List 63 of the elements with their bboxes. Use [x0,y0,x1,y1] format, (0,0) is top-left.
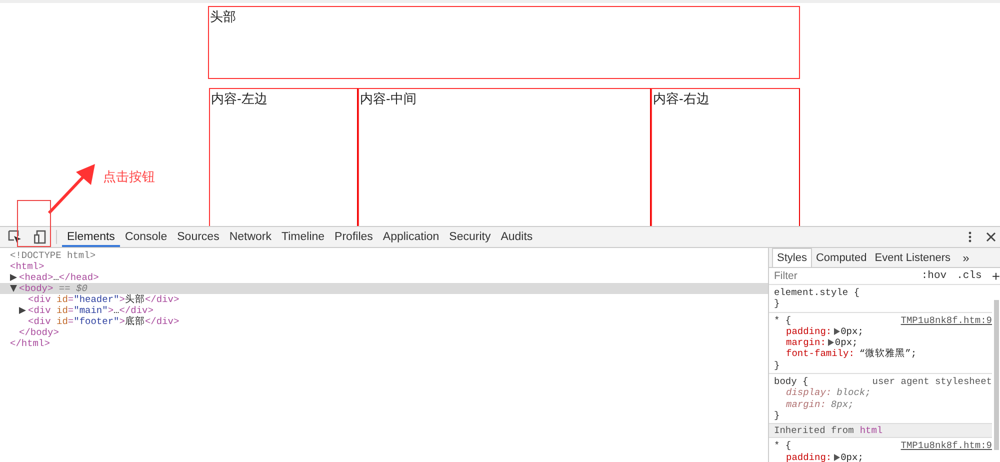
panel-tab[interactable]: Security [444,227,496,247]
inherited-label: Inherited from [774,425,854,436]
css-value: block; [836,387,871,399]
css-selector: element.style { [774,287,860,298]
panel-tab[interactable]: Audits [496,227,538,247]
annotation-arrow [48,164,95,214]
rule-source: user agent stylesheet [872,376,992,388]
styles-tab[interactable]: Event Listeners [870,249,955,267]
more-tabs-button[interactable]: » [962,249,970,267]
dom-node[interactable]: <head>…</head> [19,272,99,283]
css-value: 0px; [840,452,864,462]
scrollbar-thumb[interactable] [994,300,999,450]
filter-field[interactable]: Filter [772,269,922,283]
inherited-tag[interactable]: html [860,425,883,436]
rule-source[interactable]: TMP1u8nk8f.htm:9 [900,440,992,452]
css-property: padding: [786,326,832,338]
dom-node[interactable]: <!DOCTYPE html> [10,250,96,261]
styles-tab[interactable]: Computed [812,249,871,267]
css-value: 0px; [840,326,864,338]
css-selector: * { [774,314,792,326]
css-value: “微软雅黑”; [859,348,917,360]
rule-source[interactable]: TMP1u8nk8f.htm:9 [900,314,992,326]
css-property: margin: [786,398,826,410]
menu-icon[interactable] [968,231,972,243]
dom-node[interactable]: <html> [10,261,44,272]
panel-tab[interactable]: Network [224,227,277,247]
highlight-frame [17,200,51,247]
expand-toggle-icon[interactable] [834,454,840,461]
dom-node[interactable]: <div id="footer">底部</div> [28,316,180,327]
dom-node[interactable]: <body> == $0 [19,283,88,294]
styles-tab[interactable]: Styles [772,248,812,267]
device-icon[interactable] [34,230,46,244]
filter-toggle-button[interactable]: + [992,268,1000,284]
css-selector: body { [774,376,808,388]
expand-toggle-icon[interactable] [19,307,26,314]
dom-node[interactable]: <div id="header">头部</div> [28,294,180,305]
css-value: 0px; [834,337,858,348]
panel-tab[interactable]: Elements [62,227,120,247]
panel-tab[interactable]: Timeline [276,227,330,247]
dom-node[interactable]: </html> [10,338,50,349]
panel-tab[interactable]: Profiles [330,227,378,247]
rule-brace: } [774,410,781,422]
css-property: padding: [786,452,832,462]
dom-node[interactable]: <div id="main">…</div> [28,305,154,316]
filter-toggle-button[interactable]: .cls [956,270,982,282]
rule-brace: } [774,360,781,372]
close-icon[interactable] [986,232,996,242]
panel-tab[interactable]: Console [120,227,172,247]
css-property: display: [786,387,832,399]
panel-tab[interactable]: Sources [172,227,224,247]
filter-toggle-button[interactable]: :hov [921,270,947,282]
css-property: margin: [786,337,826,348]
dom-node[interactable]: </body> [19,327,59,338]
annotation-text: 点击按钮 [103,168,155,186]
header-box: 头部 [208,6,800,79]
inspect-icon[interactable] [8,230,22,244]
expand-toggle-icon[interactable] [10,285,17,292]
css-property: font-family: [786,348,854,360]
css-value: 8px; [830,398,854,410]
expand-toggle-icon[interactable] [10,274,17,281]
rule-brace: } [774,298,781,310]
css-selector: * { [774,440,792,452]
panel-tab[interactable]: Application [378,227,444,247]
